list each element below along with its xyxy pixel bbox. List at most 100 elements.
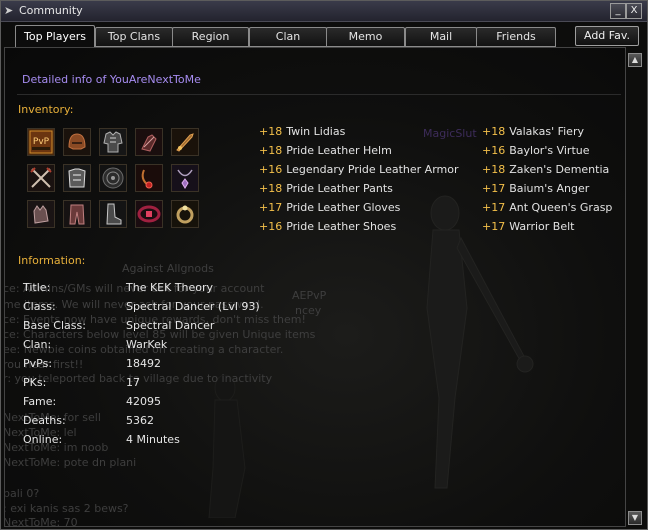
svg-text:PvP: PvP: [33, 137, 50, 147]
info-label-pks: PKs:: [23, 376, 47, 389]
item-name: Pride Leather Shoes: [286, 220, 397, 233]
background-character-figure-2: [208, 374, 246, 518]
equip-item-right: +18 Valakas' Fiery: [482, 125, 584, 138]
leather-pants-icon[interactable]: [63, 200, 91, 228]
enchant-level: +16: [482, 144, 506, 157]
equip-item-left: +16 Legendary Pride Leather Armor: [259, 163, 459, 176]
item-name: Baium's Anger: [509, 182, 590, 195]
item-name: Legendary Pride Leather Armor: [286, 163, 459, 176]
enchant-level: +18: [482, 163, 506, 176]
information-heading: Information:: [18, 254, 86, 267]
info-value-pks: 17: [126, 376, 140, 389]
info-value-pvps: 18492: [126, 357, 161, 370]
equip-item-right: +17 Ant Queen's Grasp: [482, 201, 612, 214]
leather-gloves-icon[interactable]: [27, 200, 55, 228]
shield-icon[interactable]: [99, 164, 127, 192]
bg-nameplate-against: Against Allgnods: [122, 262, 214, 275]
close-button[interactable]: X: [626, 3, 642, 19]
enchant-level: +16: [259, 220, 283, 233]
equip-item-left: +16 Pride Leather Shoes: [259, 220, 396, 233]
scroll-up-button[interactable]: ▲: [628, 53, 642, 67]
enchant-level: +17: [482, 201, 506, 214]
bg-chat-line: NextToMe: 70: [4, 516, 78, 527]
item-name: Pride Leather Pants: [286, 182, 393, 195]
equip-item-left: +18 Pride Leather Pants: [259, 182, 393, 195]
item-name: Twin Lidias: [286, 125, 346, 138]
equip-item-left: +17 Pride Leather Gloves: [259, 201, 400, 214]
info-value-base-class: Spectral Dancer: [126, 319, 215, 332]
inventory-heading: Inventory:: [18, 103, 74, 116]
divider: [17, 94, 621, 95]
ring-icon[interactable]: [171, 200, 199, 228]
leather-helm-icon[interactable]: [63, 128, 91, 156]
tab-top-clans[interactable]: Top Clans: [95, 27, 173, 47]
title-bar[interactable]: ➤ Community _ X: [1, 1, 647, 22]
enchant-level: +17: [259, 201, 283, 214]
item-name: Valakas' Fiery: [509, 125, 584, 138]
equip-item-left: +18 Twin Lidias: [259, 125, 345, 138]
tab-memo[interactable]: Memo: [326, 27, 405, 47]
info-label-title: Title:: [23, 281, 51, 294]
info-label-pvps: PvPs:: [23, 357, 53, 370]
info-label-fame: Fame:: [23, 395, 57, 408]
enchant-level: +18: [259, 182, 283, 195]
info-label-online: Online:: [23, 433, 63, 446]
equip-item-right: +17 Baium's Anger: [482, 182, 589, 195]
equip-item-right: +18 Zaken's Dementia: [482, 163, 609, 176]
item-name: Warrior Belt: [509, 220, 575, 233]
leather-armor-icon[interactable]: [99, 128, 127, 156]
tab-friends[interactable]: Friends: [476, 27, 556, 47]
player-detail-panel: MagicSlut Against Allgnods AEPvP ncey ce…: [4, 47, 626, 527]
window-title: Community: [19, 4, 83, 17]
item-name: Pride Leather Gloves: [286, 201, 401, 214]
enchant-level: +18: [259, 144, 283, 157]
leather-boots-icon[interactable]: [99, 200, 127, 228]
bg-nameplate-magicslut: MagicSlut: [423, 127, 477, 140]
info-value-title: The KEK Theory: [126, 281, 214, 294]
background-character-figure: [426, 195, 534, 489]
pvp-bracelet-icon[interactable]: PvP: [27, 128, 55, 156]
equip-item-right: +17 Warrior Belt: [482, 220, 574, 233]
earring-icon[interactable]: [135, 164, 163, 192]
enchant-level: +17: [482, 182, 506, 195]
gloves-icon[interactable]: [135, 128, 163, 156]
bg-nameplate-aepvp: AEPvP: [292, 289, 327, 302]
info-label-class: Class:: [23, 300, 56, 313]
necklace-icon[interactable]: [171, 164, 199, 192]
window-arrow-icon: ➤: [4, 4, 14, 17]
tab-region[interactable]: Region: [172, 27, 249, 47]
info-value-online: 4 Minutes: [126, 433, 180, 446]
tab-clan[interactable]: Clan: [249, 27, 327, 47]
twin-swords-icon[interactable]: [27, 164, 55, 192]
item-name: Ant Queen's Grasp: [509, 201, 613, 214]
enchant-level: +17: [482, 220, 506, 233]
scroll-down-button[interactable]: ▼: [628, 511, 642, 525]
leather-shirt-icon[interactable]: [63, 164, 91, 192]
info-label-deaths: Deaths:: [23, 414, 66, 427]
detail-header: Detailed info of YouAreNextToMe: [22, 73, 201, 86]
equip-item-right: +16 Baylor's Virtue: [482, 144, 590, 157]
item-name: Pride Leather Helm: [286, 144, 392, 157]
info-value-class: Spectral Dancer (Lvl 93): [126, 300, 260, 313]
add-fav-button[interactable]: Add Fav.: [575, 26, 639, 46]
enchant-level: +18: [482, 125, 506, 138]
minimize-button[interactable]: _: [610, 3, 626, 19]
item-name: Baylor's Virtue: [509, 144, 590, 157]
info-label-clan: Clan:: [23, 338, 52, 351]
info-value-fame: 42095: [126, 395, 161, 408]
bg-chat-line: NextToMe: pote dn plani: [4, 456, 137, 469]
community-window: ➤ Community _ X Top Players Top Clans Re…: [0, 0, 648, 530]
info-label-base-class: Base Class:: [23, 319, 86, 332]
item-name: Zaken's Dementia: [509, 163, 610, 176]
equip-item-left: +18 Pride Leather Helm: [259, 144, 392, 157]
info-value-deaths: 5362: [126, 414, 154, 427]
bg-chat-line: pali 0?: [4, 487, 40, 500]
belt-icon[interactable]: [135, 200, 163, 228]
enchant-level: +18: [259, 125, 283, 138]
enchant-level: +16: [259, 163, 283, 176]
dagger-icon[interactable]: [171, 128, 199, 156]
tab-top-players[interactable]: Top Players: [15, 25, 95, 47]
bg-chat-line: : exi kanis sas 2 bews?: [4, 502, 129, 515]
info-value-clan: WarKek: [126, 338, 168, 351]
tab-mail[interactable]: Mail: [405, 27, 477, 47]
